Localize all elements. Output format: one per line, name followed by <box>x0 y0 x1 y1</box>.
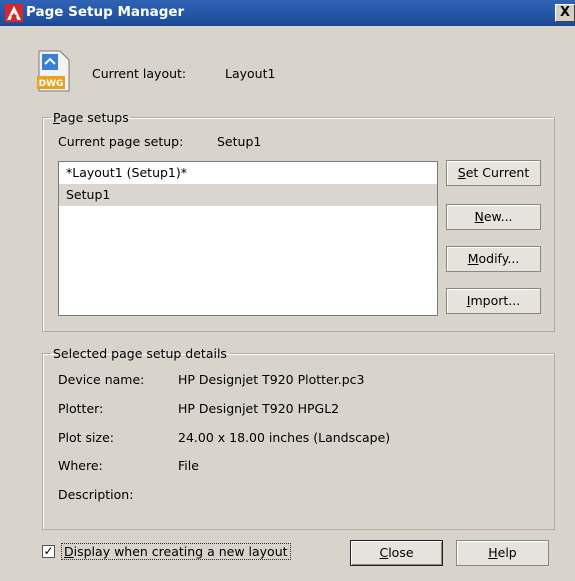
current-page-setup-label: Current page setup: <box>58 134 184 149</box>
details-legend: Selected page setup details <box>53 346 227 361</box>
close-window-button[interactable]: X <box>555 4 575 22</box>
plotter-value: HP Designjet T920 HPGL2 <box>178 401 340 416</box>
set-current-button[interactable]: Set Current <box>446 160 541 186</box>
plot-size-label: Plot size: <box>58 430 114 445</box>
page-setup-manager-dialog: Page Setup Manager X DWG Current layout:… <box>0 0 575 581</box>
page-setups-list[interactable]: *Layout1 (Setup1)* Setup1 <box>58 161 438 316</box>
close-icon: X <box>559 5 571 20</box>
current-layout-label: Current layout: <box>92 66 187 81</box>
current-layout-value: Layout1 <box>225 66 276 81</box>
device-name-value: HP Designjet T920 Plotter.pc3 <box>178 372 365 387</box>
device-name-label: Device name: <box>58 372 145 387</box>
display-on-new-layout-label[interactable]: Display when creating a new layout <box>61 543 291 560</box>
list-item[interactable]: *Layout1 (Setup1)* <box>59 162 437 184</box>
page-setups-legend: Page setups <box>53 110 129 125</box>
import-button[interactable]: Import... <box>446 288 541 314</box>
plotter-label: Plotter: <box>58 401 104 416</box>
autocad-logo-icon <box>5 4 23 22</box>
current-page-setup-value: Setup1 <box>217 134 262 149</box>
help-button[interactable]: Help <box>456 540 549 566</box>
where-value: File <box>178 458 199 473</box>
dwg-file-icon: DWG <box>37 50 70 92</box>
display-on-new-layout-checkbox[interactable]: ✓ <box>42 545 55 558</box>
dwg-icon-text: DWG <box>39 79 64 89</box>
checkmark-icon: ✓ <box>43 544 54 558</box>
dialog-title: Page Setup Manager <box>26 4 185 20</box>
new-button[interactable]: New... <box>446 204 541 230</box>
modify-button[interactable]: Modify... <box>446 246 541 272</box>
plot-size-value: 24.00 x 18.00 inches (Landscape) <box>178 430 391 445</box>
title-bar[interactable]: Page Setup Manager <box>0 0 575 26</box>
where-label: Where: <box>58 458 103 473</box>
description-label: Description: <box>58 487 134 502</box>
close-button[interactable]: Close <box>350 540 443 566</box>
list-item-selected[interactable]: Setup1 <box>59 184 437 206</box>
